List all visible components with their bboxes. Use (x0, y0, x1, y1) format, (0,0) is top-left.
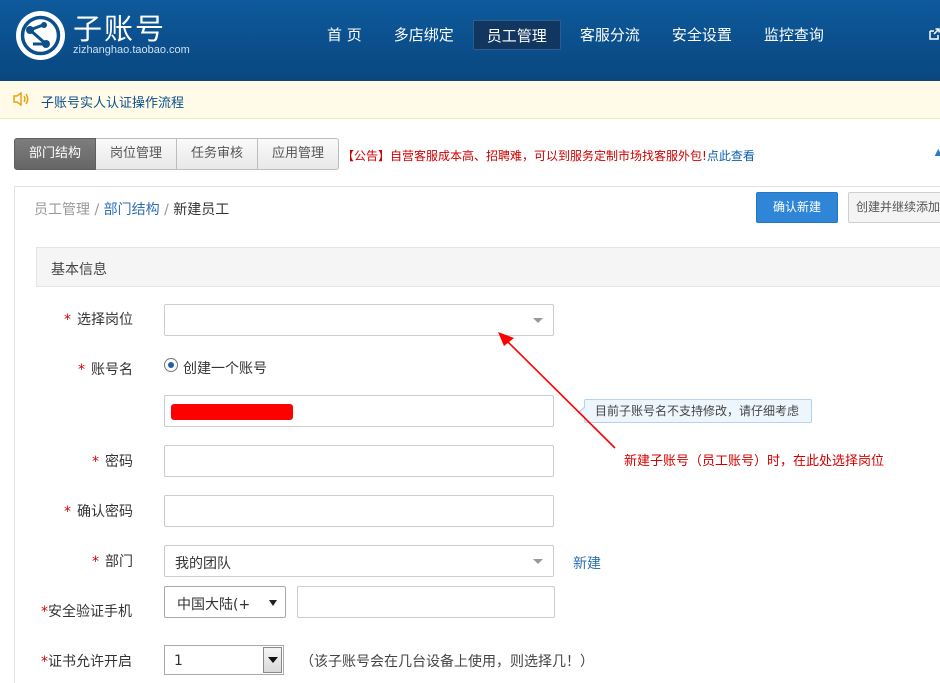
section-header: 基本信息 (36, 247, 940, 287)
confirm-create-button[interactable]: 确认新建 (756, 192, 838, 223)
department-select[interactable]: 我的团队 (164, 545, 554, 577)
cert-hint: （该子账号会在几台设备上使用，则选择几！） (300, 654, 594, 670)
create-account-radio[interactable] (164, 358, 178, 372)
position-select[interactable] (164, 304, 554, 336)
nav-employee-management[interactable]: 员工管理 (472, 20, 561, 50)
speaker-icon (13, 92, 29, 106)
dropdown-triangle-icon (269, 600, 277, 606)
breadcrumb-separator: / (164, 202, 169, 218)
section-title: 基本信息 (51, 262, 107, 278)
dropdown-button-icon[interactable] (263, 647, 282, 673)
annotation-text: 新建子账号（员工账号）时，在此处选择岗位 (624, 454, 885, 469)
nav-home[interactable]: 首 页 (314, 20, 375, 50)
logo-icon[interactable] (16, 11, 65, 60)
chevron-down-icon (533, 559, 543, 564)
breadcrumb-current: 新建员工 (173, 202, 230, 218)
nav-multi-store[interactable]: 多店绑定 (381, 20, 467, 50)
main-nav: 首 页 多店绑定 员工管理 客服分流 安全设置 监控查询 (314, 20, 843, 52)
phone-label: *安全验证手机 (41, 604, 132, 620)
tab-position-management[interactable]: 岗位管理 (96, 138, 178, 170)
breadcrumb: 员工管理 / 部门结构 / 新建员工 (34, 199, 229, 219)
cert-count-select[interactable]: 1 (164, 645, 284, 675)
external-link-icon[interactable] (928, 28, 940, 40)
breadcrumb-root[interactable]: 员工管理 (34, 202, 90, 218)
password-label: * 密码 (92, 454, 133, 470)
sub-tabs: 部门结构 岗位管理 任务审核 应用管理 (14, 138, 340, 170)
password-input[interactable] (164, 445, 554, 477)
redaction-mark (171, 404, 293, 420)
tab-app-management[interactable]: 应用管理 (258, 138, 340, 170)
tab-department-structure[interactable]: 部门结构 (14, 138, 97, 170)
create-and-continue-button[interactable]: 创建并继续添加 (848, 192, 940, 223)
logo-title: 子账号 (73, 12, 167, 46)
nav-monitoring[interactable]: 监控查询 (751, 20, 837, 50)
logo-subtitle: zizhanghao.taobao.com (73, 44, 190, 56)
notice-bar: 子账号实人认证操作流程 (0, 81, 940, 119)
nav-security-settings[interactable]: 安全设置 (659, 20, 745, 50)
country-code-select[interactable]: 中国大陆(+ (164, 586, 286, 618)
tab-task-review[interactable]: 任务审核 (177, 138, 259, 170)
create-account-radio-label: 创建一个账号 (183, 361, 267, 377)
breadcrumb-separator: / (94, 202, 100, 218)
phone-input[interactable] (297, 586, 555, 618)
chevron-down-icon (533, 318, 543, 323)
department-label: * 部门 (92, 554, 133, 570)
nav-customer-service-routing[interactable]: 客服分流 (567, 20, 653, 50)
new-department-link[interactable]: 新建 (573, 553, 601, 573)
breadcrumb-department[interactable]: 部门结构 (104, 202, 160, 218)
announcement: 【公告】自营客服成本高、招聘难，可以到服务定制市场找客服外包!点此查看 (342, 147, 755, 164)
position-label: * 选择岗位 (64, 312, 133, 328)
top-header: 子账号 zizhanghao.taobao.com 首 页 多店绑定 员工管理 … (0, 0, 940, 81)
confirm-password-label: * 确认密码 (64, 504, 133, 520)
confirm-password-input[interactable] (164, 495, 554, 527)
notice-link[interactable]: 子账号实人认证操作流程 (41, 92, 184, 111)
announcement-link[interactable]: 点此查看 (707, 149, 755, 163)
account-tip: 目前子账号名不支持修改，请仔细考虑 (578, 399, 812, 423)
cert-label: *证书允许开启 (41, 654, 132, 670)
account-label: * 账号名 (78, 362, 133, 378)
announcement-text: 【公告】自营客服成本高、招聘难，可以到服务定制市场找客服外包! (342, 149, 707, 163)
scroll-arrow-icon[interactable]: ▲ (934, 146, 940, 156)
